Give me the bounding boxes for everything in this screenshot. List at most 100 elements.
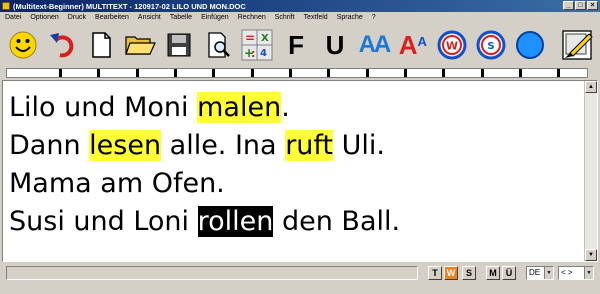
text-segment[interactable]: Susi und Loni xyxy=(9,206,198,237)
status-message-box xyxy=(6,266,418,280)
text-segment[interactable]: . xyxy=(281,92,290,123)
selected-word[interactable]: rollen xyxy=(197,206,274,237)
text-segment[interactable]: Mama am Ofen. xyxy=(9,168,225,199)
smiley-button[interactable] xyxy=(6,26,41,64)
open-folder-button[interactable] xyxy=(123,26,158,64)
word-color-button[interactable]: W xyxy=(434,26,469,64)
new-document-button[interactable] xyxy=(84,26,119,64)
circle-icon xyxy=(515,31,544,59)
ruler-tick xyxy=(251,69,254,77)
menu-help[interactable]: ? xyxy=(372,14,376,21)
calc-four-label: 4 xyxy=(260,48,267,59)
chevron-down-icon: ▼ xyxy=(544,267,553,279)
highlighted-word[interactable]: malen xyxy=(197,92,282,123)
calc-colon-label: : xyxy=(251,47,255,60)
bold-label: F xyxy=(288,29,304,60)
mode-ue-button[interactable]: Ü xyxy=(502,266,516,280)
syllable-color-button[interactable]: S xyxy=(473,26,508,64)
folder-open-icon xyxy=(125,36,157,55)
mode-m-button[interactable]: M xyxy=(486,266,500,280)
menu-optionen[interactable]: Optionen xyxy=(30,14,58,21)
font-size-button[interactable]: AA xyxy=(356,26,392,64)
window-title: (Multitext-Beginner) MULTITEXT - 120917-… xyxy=(13,1,246,11)
navigation-select[interactable]: < > ▼ xyxy=(558,266,594,280)
mode-s-button[interactable]: S xyxy=(462,266,476,280)
ruler-tick xyxy=(212,69,215,77)
ruler-tick xyxy=(136,69,139,77)
document-line[interactable]: Lilo und Moni malen. xyxy=(9,89,400,127)
save-button[interactable] xyxy=(162,26,197,64)
highlighted-word[interactable]: ruft xyxy=(285,130,334,161)
close-button[interactable]: × xyxy=(587,1,598,10)
text-segment[interactable]: alle. Ina xyxy=(161,130,285,161)
menu-tabelle[interactable]: Tabelle xyxy=(170,14,192,21)
menu-datei[interactable]: Datei xyxy=(5,14,21,21)
font-size-label: AA xyxy=(358,31,392,58)
ruler-tick xyxy=(174,69,177,77)
ruler-tick xyxy=(289,69,292,77)
menu-bearbeiten[interactable]: Bearbeiten xyxy=(95,14,129,21)
math-grid-icon: = X 4 + : xyxy=(241,29,273,61)
window-controls: _ □ × xyxy=(563,1,598,10)
calculator-button[interactable]: = X 4 + : xyxy=(240,26,275,64)
ruler-tick xyxy=(59,69,62,77)
draw-button[interactable] xyxy=(559,26,594,64)
document-text[interactable]: Lilo und Moni malen. Dann lesen alle. Ina… xyxy=(9,89,400,241)
document-line[interactable]: Susi und Loni rollen den Ball. xyxy=(9,203,400,241)
menu-einfuegen[interactable]: Einfügen xyxy=(201,14,229,21)
mode-t-button[interactable]: T xyxy=(428,266,442,280)
ruler[interactable] xyxy=(6,68,588,78)
app-icon xyxy=(2,2,10,10)
ruler-tick xyxy=(404,69,407,77)
undo-icon xyxy=(50,33,74,58)
highlighted-word[interactable]: lesen xyxy=(89,130,162,161)
vertical-scrollbar[interactable]: ▲ ▼ xyxy=(584,81,597,261)
menu-druck[interactable]: Druck xyxy=(68,14,86,21)
menu-schrift[interactable]: Schrift xyxy=(275,14,295,21)
draw-pencil-icon xyxy=(561,30,593,60)
navigation-value: < > xyxy=(561,268,573,277)
circle-button[interactable] xyxy=(512,26,547,64)
ruler-tick xyxy=(481,69,484,77)
menu-ansicht[interactable]: Ansicht xyxy=(138,14,161,21)
syllable-color-icon: S xyxy=(476,30,506,60)
font-style-button[interactable]: AA xyxy=(395,26,430,64)
word-color-icon: W xyxy=(437,30,467,60)
underline-button[interactable]: U xyxy=(318,26,353,64)
text-segment[interactable]: den Ball. xyxy=(273,206,400,237)
ruler-tick xyxy=(442,69,445,77)
print-preview-button[interactable] xyxy=(201,26,236,64)
text-segment[interactable]: Lilo und Moni xyxy=(9,92,197,123)
text-segment[interactable]: Uli. xyxy=(333,130,385,161)
ruler-tick xyxy=(366,69,369,77)
scroll-up-button[interactable]: ▲ xyxy=(585,81,597,93)
menu-textfeld[interactable]: Textfeld xyxy=(304,14,328,21)
print-preview-icon xyxy=(208,32,231,58)
language-value: DE xyxy=(529,268,541,277)
language-select[interactable]: DE ▼ xyxy=(526,266,554,280)
calc-equals-label: = xyxy=(245,31,255,45)
smiley-icon xyxy=(9,31,37,59)
font-style-big-label: A xyxy=(398,29,418,60)
scroll-down-button[interactable]: ▼ xyxy=(585,249,597,261)
minimize-button[interactable]: _ xyxy=(563,1,574,10)
text-editor[interactable]: Lilo und Moni malen. Dann lesen alle. Ina… xyxy=(2,80,598,262)
ruler-tick xyxy=(557,69,560,77)
menu-sprache[interactable]: Sprache xyxy=(337,14,363,21)
underline-label: U xyxy=(325,29,345,60)
undo-button[interactable] xyxy=(45,26,80,64)
ruler-tick xyxy=(97,69,100,77)
document-line[interactable]: Mama am Ofen. xyxy=(9,165,400,203)
status-bar: T W S M Ü DE ▼ < > ▼ xyxy=(0,264,600,294)
title-bar: (Multitext-Beginner) MULTITEXT - 120917-… xyxy=(0,0,600,12)
maximize-button[interactable]: □ xyxy=(575,1,586,10)
syllable-color-label: S xyxy=(487,41,494,52)
bold-button[interactable]: F xyxy=(279,26,314,64)
menu-rechnen[interactable]: Rechnen xyxy=(238,14,266,21)
text-segment[interactable]: Dann xyxy=(9,130,89,161)
mode-w-button[interactable]: W xyxy=(444,266,458,280)
floppy-disk-icon xyxy=(167,33,191,57)
ruler-tick xyxy=(519,69,522,77)
document-line[interactable]: Dann lesen alle. Ina ruft Uli. xyxy=(9,127,400,165)
toolbar: = X 4 + : F U AA AA W S xyxy=(2,24,598,66)
